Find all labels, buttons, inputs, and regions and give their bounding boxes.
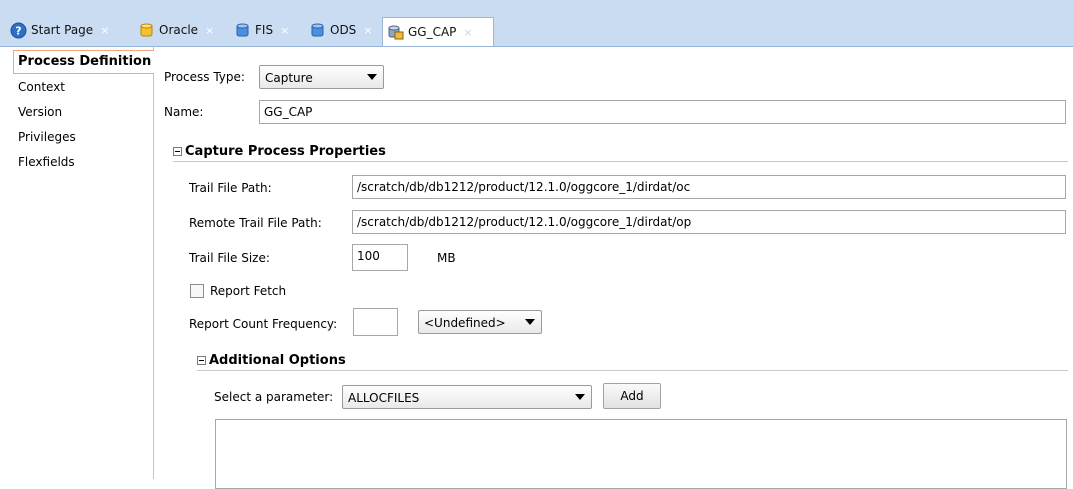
nav-item-context[interactable]: Context	[18, 80, 65, 94]
database-icon	[140, 23, 153, 36]
select-parameter-label: Select a parameter:	[214, 390, 334, 404]
remote-trail-field[interactable]: /scratch/db/db1212/product/12.1.0/oggcor…	[352, 210, 1066, 234]
tab-oracle[interactable]: Oracle ×	[134, 18, 214, 42]
tab-gg-cap[interactable]: GG_CAP ×	[382, 17, 494, 46]
capture-process-icon	[388, 25, 404, 39]
close-icon[interactable]: ×	[280, 24, 289, 37]
chevron-down-icon	[525, 319, 535, 325]
capture-section-header[interactable]: Capture Process Properties	[173, 144, 386, 159]
tab-ods[interactable]: ODS ×	[305, 18, 373, 42]
database-icon	[236, 23, 249, 36]
tab-start-page[interactable]: ? Start Page ×	[6, 18, 109, 42]
trail-file-size-unit: MB	[437, 251, 456, 265]
report-count-unit-value: <Undefined>	[424, 316, 506, 330]
help-icon: ?	[10, 22, 27, 38]
add-button[interactable]: Add	[603, 383, 661, 409]
additional-options-title: Additional Options	[209, 353, 346, 368]
chevron-down-icon	[367, 74, 377, 80]
report-count-unit-dropdown[interactable]: <Undefined>	[418, 310, 542, 334]
tab-label: Oracle	[159, 23, 199, 37]
process-type-value: Capture	[265, 71, 313, 85]
svg-text:?: ?	[15, 24, 21, 37]
additional-options-header[interactable]: Additional Options	[197, 353, 346, 368]
report-count-field[interactable]	[353, 308, 398, 336]
process-type-label: Process Type:	[164, 70, 245, 84]
name-label: Name:	[164, 105, 204, 119]
name-field[interactable]: GG_CAP	[259, 100, 1066, 124]
select-parameter-dropdown[interactable]: ALLOCFILES	[342, 385, 592, 409]
database-icon	[311, 23, 324, 36]
section-divider	[173, 161, 1068, 162]
tab-label: GG_CAP	[408, 25, 457, 39]
collapse-icon[interactable]	[173, 147, 182, 156]
section-divider	[197, 370, 1068, 371]
report-fetch-checkbox[interactable]	[190, 284, 204, 298]
close-icon[interactable]: ×	[100, 24, 109, 37]
document-tab-bar: ? Start Page × Oracle × FIS × ODS × GG_C…	[0, 0, 1073, 47]
capture-section-title: Capture Process Properties	[185, 144, 386, 159]
nav-item-version[interactable]: Version	[18, 105, 62, 119]
tab-fis[interactable]: FIS ×	[230, 18, 289, 42]
trail-file-path-label: Trail File Path:	[189, 181, 272, 195]
collapse-icon[interactable]	[197, 356, 206, 365]
report-count-label: Report Count Frequency:	[189, 317, 338, 331]
trail-file-size-field[interactable]: 100	[352, 244, 408, 271]
process-type-dropdown[interactable]: Capture	[259, 65, 384, 89]
select-parameter-value: ALLOCFILES	[348, 391, 420, 405]
tab-label: FIS	[255, 23, 274, 37]
chevron-down-icon	[575, 394, 585, 400]
close-icon[interactable]: ×	[463, 26, 472, 39]
report-fetch-label: Report Fetch	[210, 284, 287, 298]
tab-label: Start Page	[31, 23, 94, 37]
nav-item-flexfields[interactable]: Flexfields	[18, 155, 75, 169]
remote-trail-label: Remote Trail File Path:	[189, 216, 322, 230]
trail-file-size-label: Trail File Size:	[189, 251, 270, 265]
close-icon[interactable]: ×	[205, 24, 214, 37]
close-icon[interactable]: ×	[363, 24, 372, 37]
tab-label: ODS	[330, 23, 357, 37]
nav-item-privileges[interactable]: Privileges	[18, 130, 76, 144]
nav-item-process-definition[interactable]: Process Definition	[18, 54, 151, 69]
trail-file-path-field[interactable]: /scratch/db/db1212/product/12.1.0/oggcor…	[352, 175, 1066, 199]
